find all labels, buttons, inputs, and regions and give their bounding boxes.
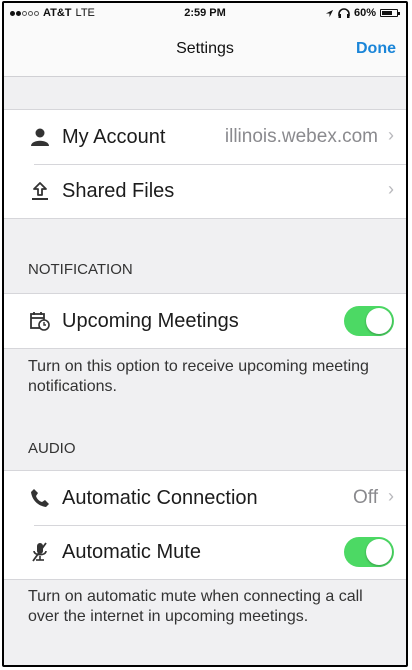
status-right: 60%	[325, 7, 400, 19]
page-title: Settings	[176, 40, 234, 57]
notification-section-header: NOTIFICATION	[28, 261, 133, 278]
account-group: My Account illinois.webex.com › Shared F…	[4, 109, 406, 219]
done-button[interactable]: Done	[356, 40, 396, 58]
phone-icon	[28, 486, 52, 510]
toggle-knob	[366, 539, 392, 565]
shared-files-row[interactable]: Shared Files ›	[4, 164, 406, 218]
toggle-knob	[366, 308, 392, 334]
automatic-mute-toggle[interactable]	[344, 537, 394, 567]
battery-icon	[380, 9, 400, 17]
calendar-clock-icon	[28, 309, 52, 333]
upcoming-meetings-row: Upcoming Meetings	[4, 294, 406, 348]
my-account-row[interactable]: My Account illinois.webex.com ›	[4, 110, 406, 164]
audio-note: Turn on automatic mute when connecting a…	[28, 588, 363, 625]
automatic-connection-value: Off	[353, 487, 378, 508]
upcoming-meetings-label: Upcoming Meetings	[62, 309, 239, 332]
headphones-icon	[338, 8, 350, 18]
notification-group: Upcoming Meetings	[4, 293, 406, 349]
audio-section-header: AUDIO	[28, 440, 76, 457]
chevron-right-icon: ›	[388, 179, 394, 199]
mic-muted-icon	[28, 540, 52, 564]
automatic-connection-row[interactable]: Automatic Connection Off ›	[4, 471, 406, 525]
notification-note: Turn on this option to receive upcoming …	[28, 358, 369, 395]
status-bar: AT&T LTE 2:59 PM 60%	[4, 3, 406, 25]
automatic-connection-label: Automatic Connection	[62, 486, 258, 509]
location-arrow-icon	[325, 9, 334, 17]
chevron-right-icon: ›	[388, 486, 394, 506]
audio-group: Automatic Connection Off › Automatic Mut…	[4, 470, 406, 580]
upload-icon	[28, 179, 52, 203]
shared-files-label: Shared Files	[62, 179, 175, 202]
chevron-right-icon: ›	[388, 125, 394, 145]
upcoming-meetings-toggle[interactable]	[344, 306, 394, 336]
battery-percent: 60%	[353, 7, 376, 19]
automatic-mute-label: Automatic Mute	[62, 540, 201, 563]
my-account-label: My Account	[62, 125, 166, 148]
my-account-value: illinois.webex.com	[224, 126, 378, 147]
person-icon	[28, 125, 52, 149]
navigation-bar: Settings Done	[4, 25, 406, 77]
automatic-mute-row: Automatic Mute	[4, 525, 406, 579]
phone-frame: AT&T LTE 2:59 PM 60% Settings Done My Ac…	[2, 1, 408, 667]
